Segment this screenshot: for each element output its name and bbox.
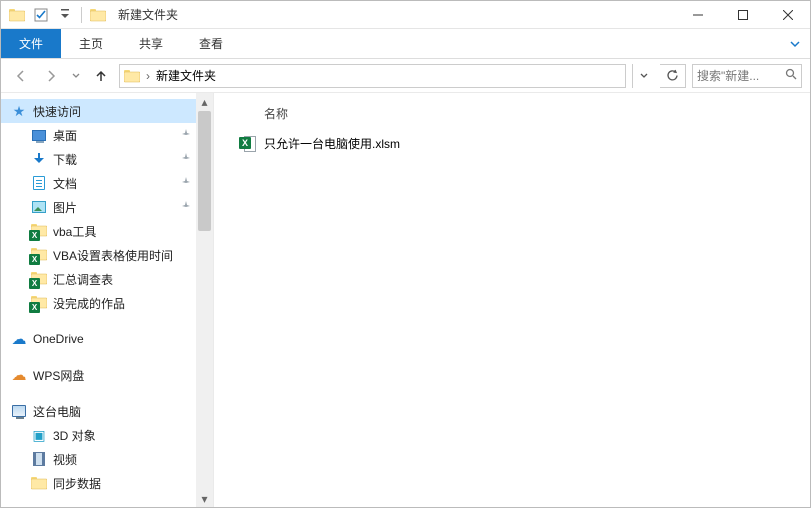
pin-icon	[181, 200, 191, 214]
tree-label: 图片	[53, 199, 77, 216]
maximize-button[interactable]	[720, 1, 765, 29]
tab-home-label: 主页	[79, 35, 103, 52]
tree-label: vba工具	[53, 223, 96, 240]
excel-folder-icon: X	[31, 247, 47, 263]
tree-item-desktop[interactable]: 桌面	[1, 123, 213, 147]
back-button[interactable]	[9, 64, 33, 88]
cube-icon: ▣	[31, 427, 47, 443]
title-folder-icon	[88, 5, 108, 25]
tree-item-3d-objects[interactable]: ▣ 3D 对象	[1, 423, 213, 447]
ribbon-expand-button[interactable]	[780, 29, 810, 58]
document-icon	[31, 175, 47, 191]
tree-wps[interactable]: ☁ WPS网盘	[1, 363, 213, 387]
ribbon-tabs: 文件 主页 共享 查看	[1, 29, 810, 59]
tab-share-label: 共享	[139, 35, 163, 52]
tree-item-folder[interactable]: X 没完成的作品	[1, 291, 213, 315]
excel-folder-icon: X	[31, 295, 47, 311]
file-name: 只允许一台电脑使用.xlsm	[264, 135, 400, 152]
tree-label: 快速访问	[33, 103, 81, 120]
excel-folder-icon: X	[31, 271, 47, 287]
breadcrumb-segment[interactable]: 新建文件夹	[156, 67, 216, 84]
star-icon: ★	[11, 103, 27, 119]
recent-locations-button[interactable]	[69, 64, 83, 88]
pin-icon	[181, 176, 191, 190]
window-title: 新建文件夹	[112, 6, 178, 23]
sidebar-scrollbar[interactable]: ▴ ▾	[196, 93, 213, 507]
tab-view[interactable]: 查看	[181, 29, 241, 58]
tree-label: WPS网盘	[33, 367, 84, 384]
refresh-button[interactable]	[660, 64, 686, 88]
quick-access-toolbar: 新建文件夹	[1, 5, 184, 25]
tab-share[interactable]: 共享	[121, 29, 181, 58]
picture-icon	[31, 199, 47, 215]
wps-cloud-icon: ☁	[11, 367, 27, 383]
tree-label: 下载	[53, 151, 77, 168]
tree-item-sync[interactable]: 同步数据	[1, 471, 213, 495]
desktop-icon	[31, 127, 47, 143]
content-area: ★ 快速访问 桌面 下载 文档 图片 X vba工具	[1, 93, 810, 507]
app-folder-icon	[7, 5, 27, 25]
search-placeholder: 搜索"新建...	[697, 67, 781, 84]
tree-label: VBA设置表格使用时间	[53, 247, 173, 264]
navigation-bar: › 新建文件夹 搜索"新建...	[1, 59, 810, 93]
tree-label: 汇总调查表	[53, 271, 113, 288]
breadcrumb-chevron-icon[interactable]: ›	[146, 69, 150, 83]
tree-item-pictures[interactable]: 图片	[1, 195, 213, 219]
tree-this-pc[interactable]: 这台电脑	[1, 399, 213, 423]
title-bar: 新建文件夹	[1, 1, 810, 29]
column-header-name[interactable]: 名称	[226, 101, 798, 131]
download-icon	[31, 151, 47, 167]
forward-button[interactable]	[39, 64, 63, 88]
tree-label: OneDrive	[33, 332, 84, 346]
tree-label: 3D 对象	[53, 427, 96, 444]
pin-icon	[181, 152, 191, 166]
tab-file-label: 文件	[19, 35, 43, 52]
tab-home[interactable]: 主页	[61, 29, 121, 58]
tree-label: 文档	[53, 175, 77, 192]
tree-item-videos[interactable]: 视频	[1, 447, 213, 471]
minimize-button[interactable]	[675, 1, 720, 29]
pin-icon	[181, 128, 191, 142]
tree-label: 视频	[53, 451, 77, 468]
tab-view-label: 查看	[199, 35, 223, 52]
tree-label: 这台电脑	[33, 403, 81, 420]
scrollbar-thumb[interactable]	[198, 111, 211, 231]
close-button[interactable]	[765, 1, 810, 29]
pc-icon	[11, 403, 27, 419]
tree-item-folder[interactable]: X VBA设置表格使用时间	[1, 243, 213, 267]
scroll-up-icon[interactable]: ▴	[196, 93, 213, 110]
scroll-down-icon[interactable]: ▾	[196, 490, 213, 507]
folder-icon	[31, 475, 47, 491]
excel-folder-icon: X	[31, 223, 47, 239]
file-row[interactable]: 只允许一台电脑使用.xlsm	[226, 131, 798, 155]
separator	[81, 7, 82, 23]
tree-label: 同步数据	[53, 475, 101, 492]
tree-quick-access[interactable]: ★ 快速访问	[1, 99, 213, 123]
tree-label: 桌面	[53, 127, 77, 144]
tree-label: 没完成的作品	[53, 295, 125, 312]
properties-icon[interactable]	[31, 5, 51, 25]
tree-item-folder[interactable]: X 汇总调查表	[1, 267, 213, 291]
tree-item-downloads[interactable]: 下载	[1, 147, 213, 171]
up-button[interactable]	[89, 64, 113, 88]
video-icon	[31, 451, 47, 467]
tree-item-folder[interactable]: X vba工具	[1, 219, 213, 243]
navigation-pane: ★ 快速访问 桌面 下载 文档 图片 X vba工具	[1, 93, 214, 507]
tree-item-documents[interactable]: 文档	[1, 171, 213, 195]
file-list-pane: 名称 只允许一台电脑使用.xlsm	[214, 93, 810, 507]
address-history-button[interactable]	[632, 64, 654, 88]
onedrive-icon: ☁	[11, 331, 27, 347]
address-folder-icon	[124, 68, 140, 84]
excel-file-icon	[240, 135, 256, 151]
address-bar[interactable]: › 新建文件夹	[119, 64, 626, 88]
tab-file[interactable]: 文件	[1, 29, 61, 58]
column-header-label: 名称	[264, 107, 288, 121]
search-input[interactable]: 搜索"新建...	[692, 64, 802, 88]
qat-dropdown-icon[interactable]	[55, 5, 75, 25]
search-icon	[785, 68, 797, 83]
window-controls	[675, 1, 810, 29]
tree-onedrive[interactable]: ☁ OneDrive	[1, 327, 213, 351]
